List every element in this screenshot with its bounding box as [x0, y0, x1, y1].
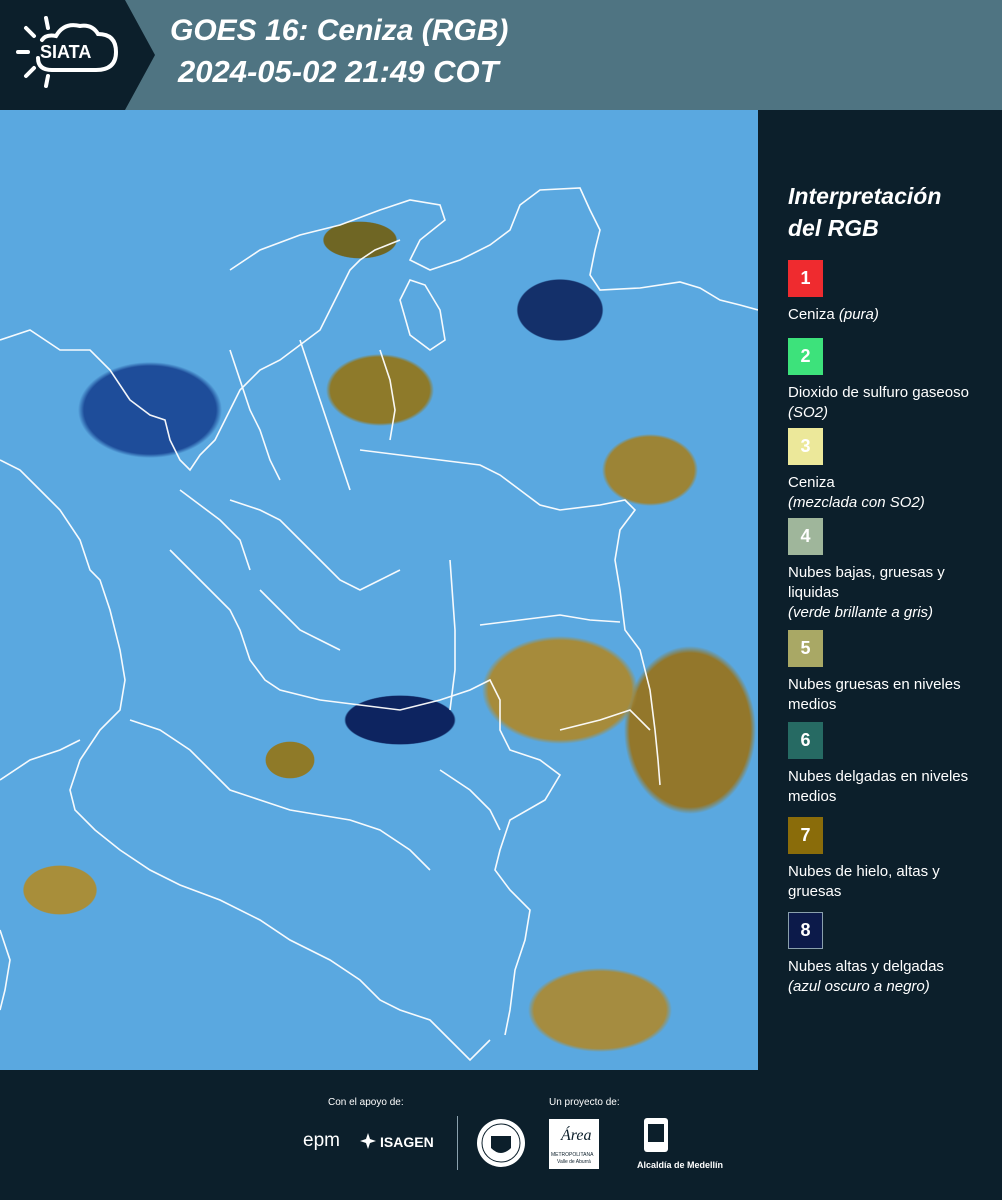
legend-label: Nubes de hielo, altas y gruesas — [788, 863, 940, 900]
legend-label: Nubes delgadas en niveles medios — [788, 768, 969, 805]
legend-swatch: 8 — [788, 912, 823, 949]
legend-item-3: 3 Ceniza (mezclada con SO2) — [788, 428, 988, 513]
legend-label: Dioxido de sulfuro gaseoso (SO2) — [788, 384, 969, 421]
area-logo-sub2: Valle de Aburrá — [557, 1159, 591, 1165]
isagen-logo-icon — [359, 1132, 377, 1155]
legend-label: Ceniza (mezclada con SO2) — [788, 474, 925, 511]
legend-title-line1: Interpretación — [788, 183, 942, 209]
epm-logo: epm — [303, 1130, 340, 1151]
legend-swatch: 7 — [788, 817, 823, 854]
isagen-logo: ISAGEN — [380, 1134, 434, 1150]
legend-item-7: 7 Nubes de hielo, altas y gruesas — [788, 817, 988, 902]
logo-area: SIATA — [0, 0, 125, 110]
area-logo-sub: METROPOLITANA — [551, 1152, 594, 1158]
area-metropolitana-logo: Área METROPOLITANA Valle de Aburrá — [549, 1119, 599, 1169]
legend-item-4: 4 Nubes bajas, gruesas y liquidas (verde … — [788, 518, 988, 623]
legend-label: Nubes altas y delgadas (azul oscuro a neg… — [788, 958, 944, 995]
legend-swatch: 2 — [788, 338, 823, 375]
satellite-map — [0, 110, 758, 1070]
legend-title: Interpretación del RGB — [788, 180, 988, 244]
product-title: GOES 16: Ceniza (RGB) — [170, 14, 509, 47]
legend-label: Nubes bajas, gruesas y liquidas (verde br… — [788, 564, 945, 621]
area-logo-text: Área — [561, 1127, 592, 1144]
legend-swatch: 3 — [788, 428, 823, 465]
legend-item-2: 2 Dioxido de sulfuro gaseoso (SO2) — [788, 338, 988, 423]
legend-label: Ceniza (pura) — [788, 306, 879, 323]
support-label: Con el apoyo de: — [328, 1097, 404, 1108]
footer-divider — [457, 1116, 458, 1170]
legend-label: Nubes gruesas en niveles medios — [788, 676, 961, 713]
legend-item-8: 8 Nubes altas y delgadas (azul oscuro a n… — [788, 912, 988, 997]
legend-swatch: 5 — [788, 630, 823, 667]
legend-item-5: 5 Nubes gruesas en niveles medios — [788, 630, 988, 715]
legend-swatch: 1 — [788, 260, 823, 297]
project-label: Un proyecto de: — [549, 1097, 620, 1108]
legend-item-1: 1 Ceniza (pura) — [788, 260, 988, 325]
logo-text: SIATA — [40, 42, 92, 62]
borders-overlay — [0, 187, 758, 1062]
legend-swatch: 6 — [788, 722, 823, 759]
logo-chevron — [125, 0, 155, 110]
university-seal-icon — [476, 1116, 526, 1175]
alcaldia-shield-icon — [644, 1118, 668, 1159]
alcaldia-label: Alcaldía de Medellín — [637, 1160, 724, 1170]
legend-swatch: 4 — [788, 518, 823, 555]
timestamp: 2024-05-02 21:49 COT — [178, 54, 499, 89]
legend-title-line2: del RGB — [788, 215, 879, 241]
legend-item-6: 6 Nubes delgadas en niveles medios — [788, 722, 988, 807]
